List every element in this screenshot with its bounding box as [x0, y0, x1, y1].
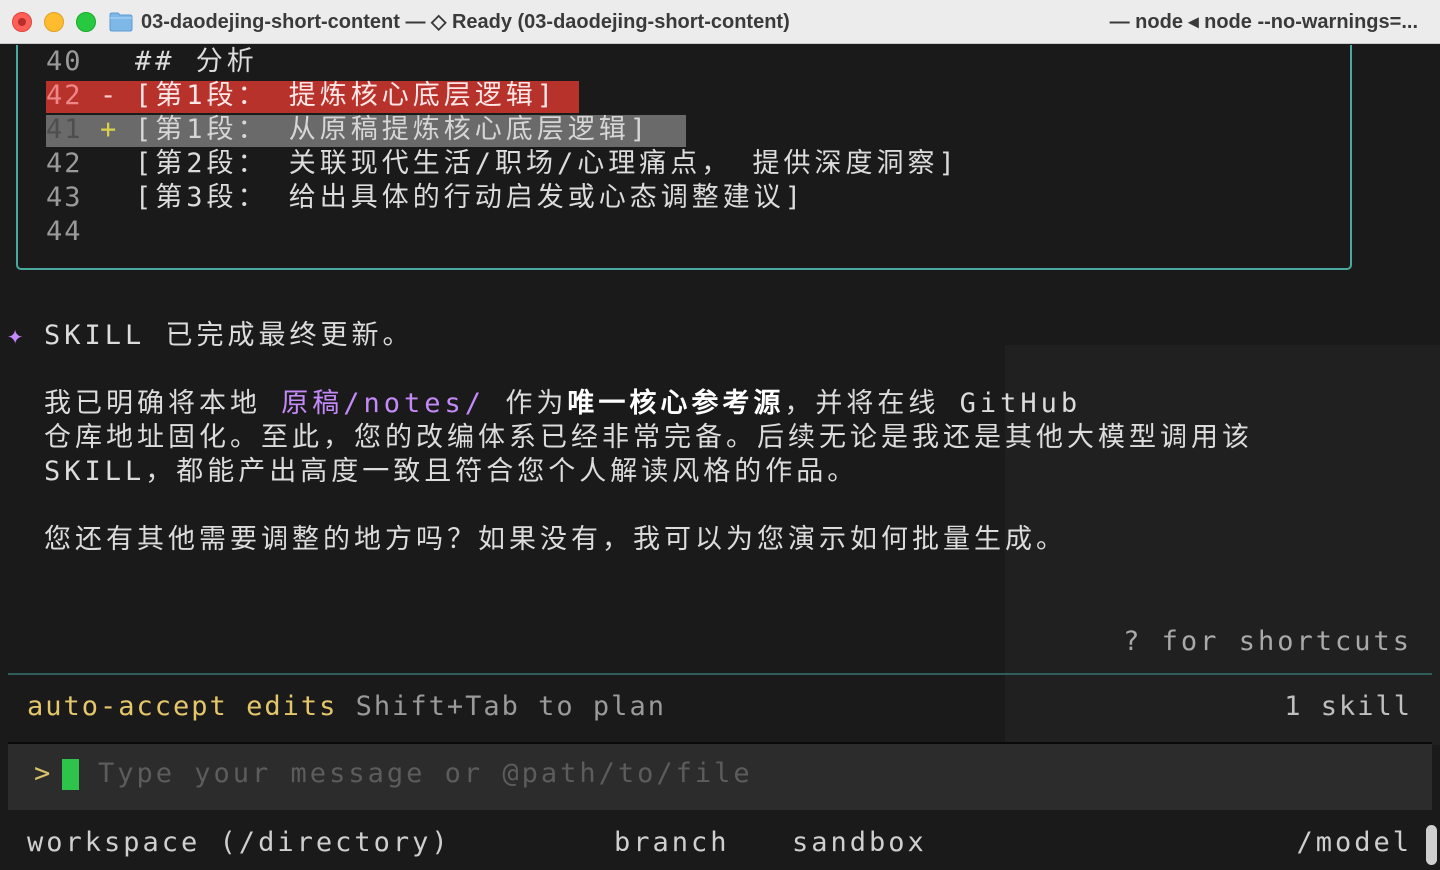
message-paragraph-line: 我已明确将本地 原稿/notes/ 作为唯一核心参考源，并将在线 GitHub	[44, 388, 1082, 419]
message-input[interactable]: > Type your message or @path/to/file	[8, 742, 1432, 810]
auto-accept-mode[interactable]: auto-accept edits	[27, 691, 337, 722]
diff-line-text: [第3段： 给出具体的行动启发或心态调整建议]	[135, 182, 806, 213]
scrollbar-thumb[interactable]	[1426, 825, 1437, 865]
diff-line-number: 41	[46, 114, 83, 145]
skill-count: 1 skill	[1284, 691, 1412, 722]
branch-label: branch	[614, 827, 730, 858]
folder-icon	[109, 12, 133, 32]
diff-added-sign: +	[100, 114, 117, 145]
window-title-process: — node ◂ node --no-warnings=...	[1109, 11, 1418, 33]
shortcuts-hint: ? for shortcuts	[1123, 626, 1412, 657]
message-headline: SKILL 已完成最终更新。	[44, 320, 414, 351]
close-window-button[interactable]	[12, 12, 32, 32]
window-title: 03-daodejing-short-content — ◇ Ready (03…	[141, 11, 790, 33]
diff-line-number: 44	[46, 216, 83, 247]
diff-line-number: 42	[46, 148, 83, 179]
model-command[interactable]: /model	[1296, 826, 1412, 860]
message-question: 您还有其他需要调整的地方吗？如果没有，我可以为您演示如何批量生成。	[44, 524, 1067, 555]
divider	[8, 673, 1432, 675]
emphasis-text: 唯一核心参考源	[567, 388, 785, 419]
diff-deleted-sign: -	[100, 80, 117, 111]
diff-line-number: 40	[46, 46, 83, 77]
diff-line-text: [第2段： 关联现代生活/职场/心理痛点， 提供深度洞察]	[135, 148, 959, 179]
diff-line-text: [第1段： 从原稿提炼核心底层逻辑]	[135, 114, 651, 145]
diff-line-text: [第1段： 提炼核心底层逻辑]	[135, 80, 558, 111]
message-paragraph-line: SKILL，都能产出高度一致且符合您个人解读风格的作品。	[44, 456, 859, 487]
diff-panel: 40 ## 分析 42 - [第1段： 提炼核心底层逻辑] 41 + [第1段：…	[16, 45, 1352, 270]
diff-line-number: 43	[46, 182, 83, 213]
diff-line-text: ## 分析	[135, 46, 258, 77]
workspace-label: workspace (/directory)	[27, 827, 451, 858]
text-cursor	[62, 759, 79, 790]
message-paragraph-line: 仓库地址固化。至此，您的改编体系已经非常完备。后续无论是我还是其他大模型调用该	[44, 422, 1253, 453]
diff-line-number: 42	[46, 80, 83, 111]
mode-status: auto-accept edits Shift+Tab to plan	[27, 690, 666, 724]
sandbox-label: sandbox	[792, 827, 927, 858]
input-placeholder[interactable]: Type your message or @path/to/file	[98, 757, 753, 791]
mode-hint: Shift+Tab to plan	[355, 691, 666, 722]
file-path-link[interactable]: 原稿/notes/	[281, 388, 485, 419]
terminal-pane[interactable]: 40 ## 分析 42 - [第1段： 提炼核心底层逻辑] 41 + [第1段：…	[0, 45, 1440, 870]
sparkle-icon: ✦	[7, 320, 24, 351]
window-titlebar: 03-daodejing-short-content — ◇ Ready (03…	[0, 0, 1440, 44]
minimize-window-button[interactable]	[44, 12, 64, 32]
zoom-window-button[interactable]	[76, 12, 96, 32]
prompt-chevron-icon: >	[34, 758, 51, 789]
